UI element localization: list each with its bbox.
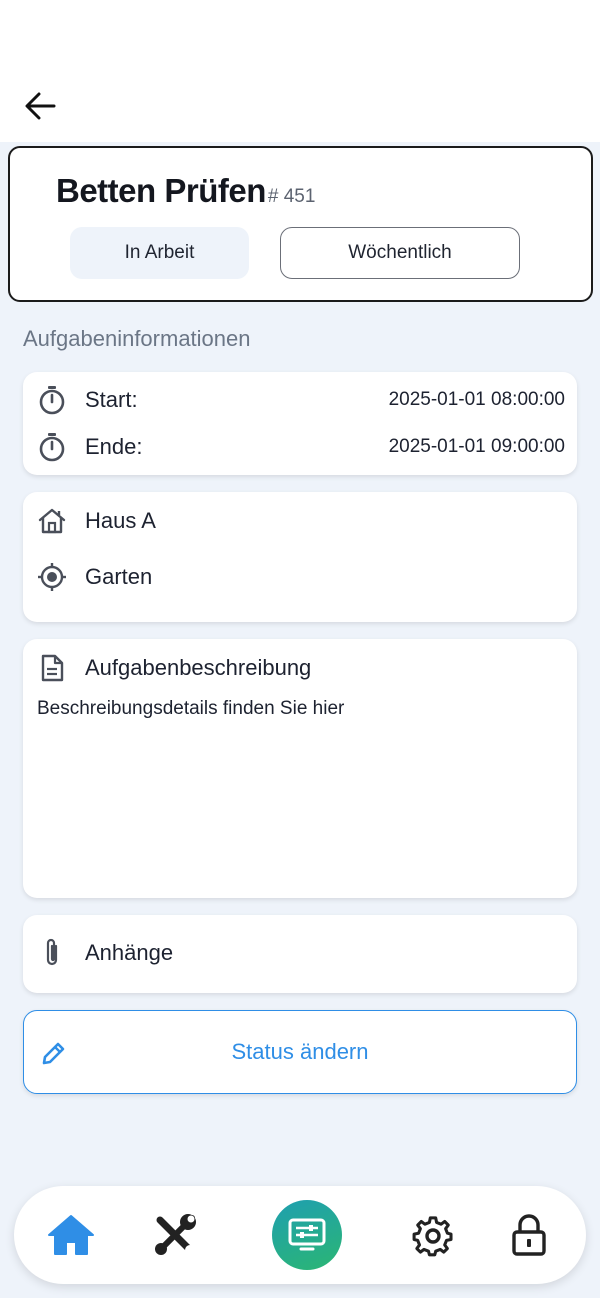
task-header-card: Betten Prüfen # 451 In Arbeit Wöchentlic… [8, 146, 593, 302]
end-label: Ende: [85, 434, 143, 459]
location-label: Garten [85, 564, 153, 589]
lock-icon [512, 1214, 546, 1256]
nav-tasks[interactable] [272, 1200, 342, 1270]
house-icon [37, 506, 67, 536]
description-text: Beschreibungsdetails finden Sie hier [37, 698, 345, 719]
change-status-button[interactable]: Status ändern [23, 1010, 577, 1094]
arrow-left-icon [25, 92, 56, 120]
frequency-chip[interactable]: Wöchentlich [280, 227, 520, 279]
settings-icon [412, 1216, 453, 1257]
task-title-row: Betten Prüfen # 451 [56, 172, 315, 210]
location-row: Garten [37, 562, 565, 592]
end-row: Ende: 2025-01-01 09:00:00 [37, 432, 565, 462]
section-title: Aufgabeninformationen [23, 326, 251, 351]
attachments-card[interactable]: Anhänge [23, 915, 577, 993]
stopwatch-icon [37, 385, 67, 415]
task-number: # 451 [267, 186, 316, 207]
description-card: Aufgabenbeschreibung Beschreibungsdetail… [23, 639, 577, 898]
nav-lock[interactable] [494, 1200, 564, 1270]
building-label: Haus A [85, 508, 156, 533]
attachments-row[interactable]: Anhänge [37, 938, 565, 968]
nav-home[interactable] [36, 1200, 106, 1270]
start-label: Start: [85, 387, 138, 412]
nav-tools[interactable] [140, 1200, 210, 1270]
end-value: 2025-01-01 09:00:00 [388, 436, 565, 457]
description-title: Aufgabenbeschreibung [85, 655, 312, 680]
task-title: Betten Prüfen [56, 172, 266, 209]
top-bar [0, 0, 600, 142]
back-button[interactable] [22, 88, 58, 124]
home-icon [48, 1215, 94, 1255]
tasks-icon [288, 1218, 326, 1251]
bottom-navigation [14, 1186, 586, 1284]
location-card: Haus A Garten [23, 492, 577, 622]
time-card: Start: 2025-01-01 08:00:00 Ende: 2025-01… [23, 372, 577, 475]
stopwatch-icon [37, 432, 67, 462]
start-row: Start: 2025-01-01 08:00:00 [37, 385, 565, 415]
nav-settings[interactable] [398, 1200, 468, 1270]
status-badge: In Arbeit [70, 227, 249, 279]
location-target-icon [37, 562, 67, 592]
building-row: Haus A [37, 506, 565, 536]
document-icon [37, 653, 67, 683]
paperclip-icon [37, 938, 67, 968]
attachments-label: Anhänge [85, 940, 174, 965]
start-value: 2025-01-01 08:00:00 [388, 389, 565, 410]
tools-icon [155, 1214, 196, 1255]
change-status-label: Status ändern [231, 1039, 369, 1064]
description-header: Aufgabenbeschreibung [37, 653, 565, 683]
